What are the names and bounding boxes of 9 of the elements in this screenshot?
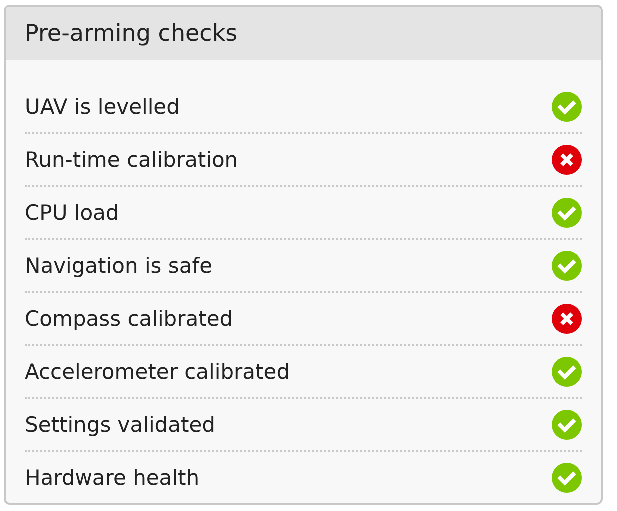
check-label: Hardware health (25, 466, 200, 490)
panel-title: Pre-arming checks (25, 20, 238, 46)
check-label: Navigation is safe (25, 254, 213, 278)
check-label: Accelerometer calibrated (25, 360, 290, 384)
check-label: UAV is levelled (25, 94, 180, 118)
check-label: Compass calibrated (25, 306, 234, 330)
check-label: Settings validated (25, 412, 216, 436)
check-label: CPU load (25, 200, 120, 224)
check-label: Run-time calibration (25, 148, 238, 172)
